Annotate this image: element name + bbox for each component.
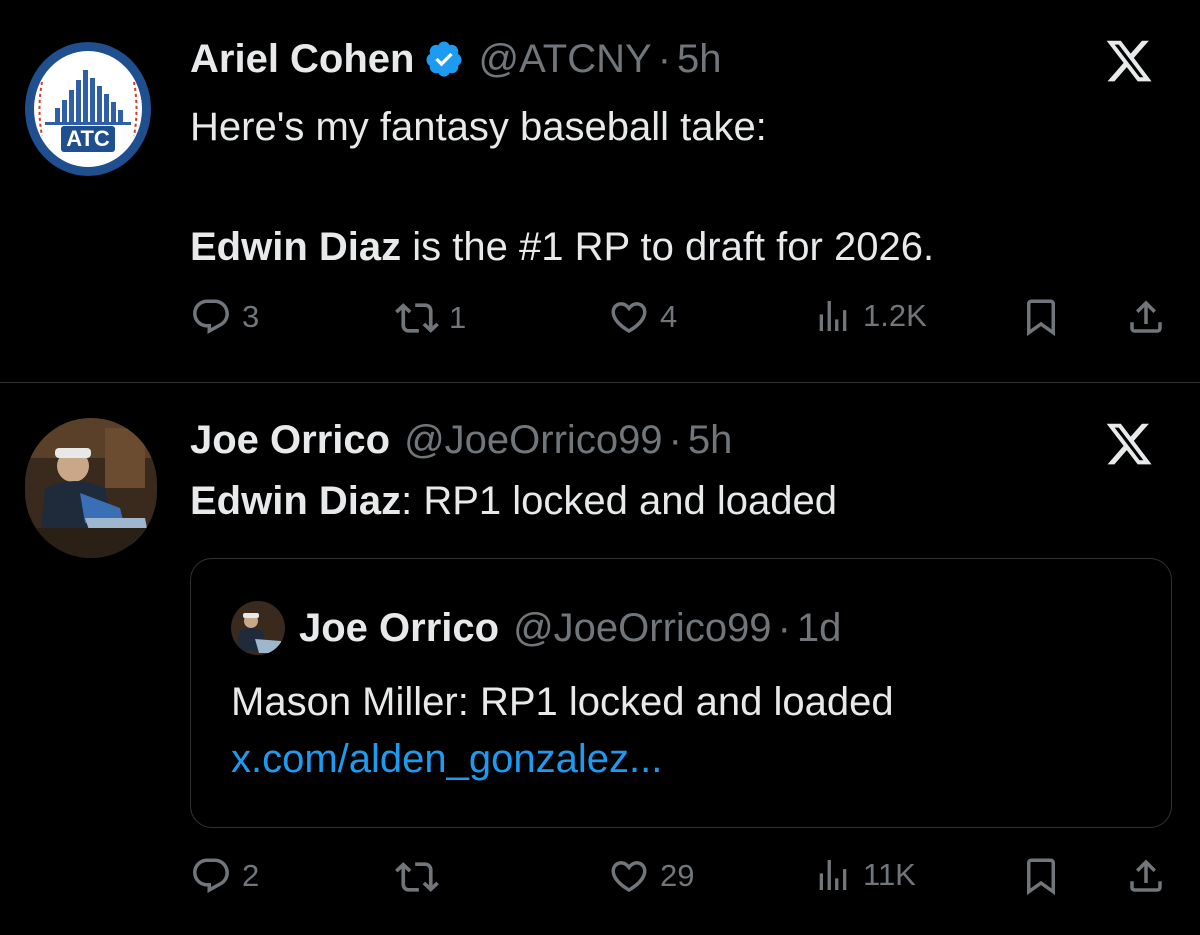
share-button[interactable] xyxy=(1125,855,1167,897)
like-button[interactable]: 29 xyxy=(608,855,694,897)
bookmark-icon xyxy=(1027,299,1055,337)
like-icon xyxy=(611,302,647,334)
quoted-tweet[interactable]: Joe Orrico @JoeOrrico99 · 1d Mason Mille… xyxy=(190,558,1172,828)
author-handle[interactable]: @ATCNY xyxy=(478,37,651,82)
separator-dot: · xyxy=(657,36,672,81)
like-button[interactable]: 4 xyxy=(608,296,677,338)
mention-bold-name: Edwin Diaz xyxy=(190,479,402,523)
quote-avatar xyxy=(231,601,285,655)
bookmark-button[interactable] xyxy=(1020,855,1062,897)
tweet-text-rest: : RP1 locked and loaded xyxy=(401,479,837,523)
reply-icon xyxy=(193,299,229,334)
x-logo-icon xyxy=(1106,40,1152,82)
views-count: 11K xyxy=(863,857,916,892)
repost-button[interactable]: 1 xyxy=(395,296,466,340)
quote-text: Mason Miller: RP1 locked and loaded xyxy=(231,680,894,724)
reply-count: 3 xyxy=(242,299,260,334)
separator-dot: · xyxy=(777,605,791,650)
reply-button[interactable]: 2 xyxy=(190,855,259,897)
bookmark-button[interactable] xyxy=(1020,296,1062,338)
like-count: 29 xyxy=(660,858,695,893)
reply-icon xyxy=(193,858,229,893)
quote-timestamp[interactable]: 1d xyxy=(797,606,842,651)
tweet-text-rest: is the #1 RP to draft for 2026. xyxy=(401,225,935,269)
x-logo-icon xyxy=(1106,423,1152,465)
avatar-atc[interactable]: ATC xyxy=(25,42,151,176)
bookmark-icon xyxy=(1027,858,1055,896)
profile-photo xyxy=(231,601,285,655)
author-name[interactable]: Ariel Cohen xyxy=(190,37,414,82)
tweet-ariel-cohen[interactable]: ATC Ariel Cohen @ATCNY · 5h Here's my fa… xyxy=(0,0,1200,383)
quote-link[interactable]: x.com/alden_gonzalez... xyxy=(231,731,662,787)
views-icon xyxy=(819,860,847,890)
reply-count: 2 xyxy=(242,858,260,893)
atc-logo-icon: ATC xyxy=(25,42,151,176)
share-icon xyxy=(1130,300,1162,333)
like-count: 4 xyxy=(660,299,678,334)
views-icon xyxy=(819,301,847,331)
repost-button[interactable] xyxy=(395,855,449,899)
author-name[interactable]: Joe Orrico xyxy=(190,418,390,463)
tweet-joe-orrico[interactable]: Joe Orrico @JoeOrrico99 · 5h Edwin Diaz:… xyxy=(0,383,1200,935)
quote-author-handle[interactable]: @JoeOrrico99 xyxy=(513,606,771,651)
views-count: 1.2K xyxy=(863,298,927,333)
repost-icon xyxy=(395,862,439,892)
mention-bold-name: Edwin Diaz xyxy=(190,225,402,269)
repost-count: 1 xyxy=(449,300,467,335)
like-icon xyxy=(611,861,647,893)
avatar-text: ATC xyxy=(66,126,110,151)
verified-badge-icon xyxy=(426,41,462,77)
tweet-text-line-2: Edwin Diaz is the #1 RP to draft for 202… xyxy=(190,217,934,277)
tweet-actions: 2 29 11K xyxy=(190,855,1170,905)
tweet-actions: 3 1 4 1.2K xyxy=(190,296,1170,346)
views-button[interactable]: 11K xyxy=(813,855,916,895)
separator-dot: · xyxy=(668,417,682,462)
tweet-text: Edwin Diaz: RP1 locked and loaded xyxy=(190,471,837,531)
author-handle[interactable]: @JoeOrrico99 xyxy=(404,418,662,463)
share-icon xyxy=(1130,859,1162,892)
timestamp[interactable]: 5h xyxy=(688,418,733,463)
profile-photo xyxy=(25,418,157,558)
share-button[interactable] xyxy=(1125,296,1167,338)
views-button[interactable]: 1.2K xyxy=(813,296,927,336)
reply-button[interactable]: 3 xyxy=(190,296,259,338)
timestamp[interactable]: 5h xyxy=(677,37,722,82)
tweet-text-line-1: Here's my fantasy baseball take: xyxy=(190,105,767,149)
avatar-joe-orrico[interactable] xyxy=(25,418,157,558)
quote-author-name[interactable]: Joe Orrico xyxy=(299,606,499,651)
repost-icon xyxy=(395,303,439,333)
